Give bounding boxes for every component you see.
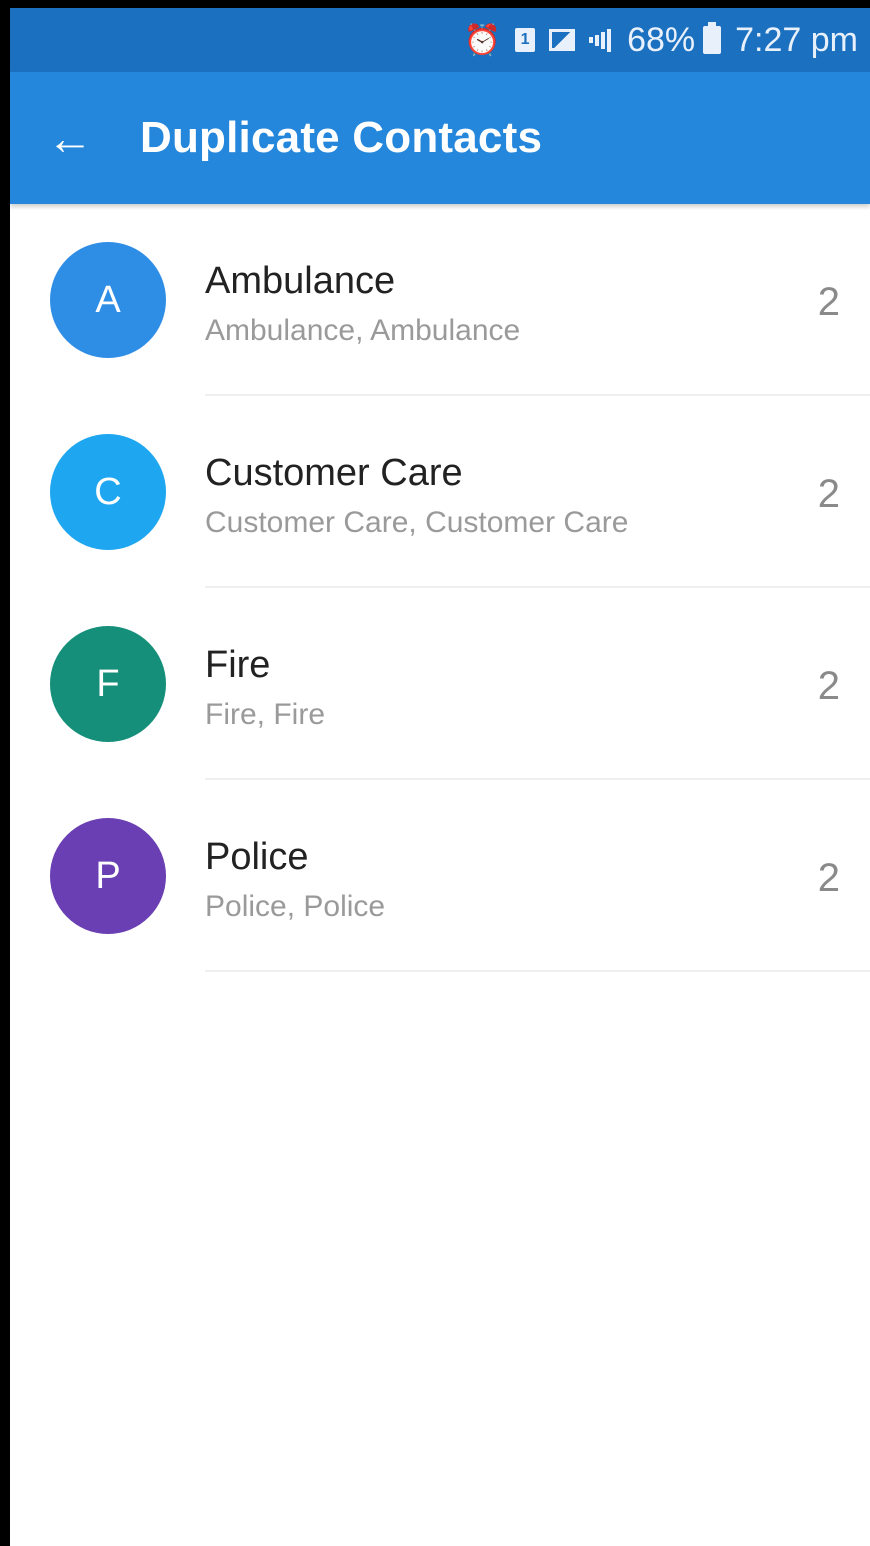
list-item[interactable]: F Fire Fire, Fire 2 [10, 588, 870, 780]
list-item[interactable]: A Ambulance Ambulance, Ambulance 2 [10, 204, 870, 396]
contact-name: Customer Care [205, 452, 463, 494]
duplicate-count: 2 [817, 472, 840, 516]
arrow-left-icon: ← [47, 112, 93, 164]
avatar: F [50, 626, 166, 742]
signal-strength-icon [589, 28, 613, 52]
contact-name: Fire [205, 644, 271, 686]
contact-name: Ambulance [205, 260, 396, 302]
duplicate-names: Ambulance, Ambulance [205, 314, 521, 347]
status-bar: ⏰ 1 68% 7:27 pm [10, 8, 870, 72]
list-item[interactable]: C Customer Care Customer Care, Customer … [10, 396, 870, 588]
clock-time: 7:27 pm [735, 20, 858, 59]
mobile-data-icon [549, 29, 576, 51]
divider [205, 970, 870, 972]
app-bar: ← Duplicate Contacts [10, 72, 870, 204]
contact-name: Police [205, 836, 309, 878]
duplicate-count: 2 [817, 280, 840, 324]
page-title: Duplicate Contacts [140, 113, 543, 162]
avatar: P [50, 818, 166, 934]
back-button[interactable]: ← [35, 103, 105, 173]
battery-icon [703, 22, 722, 54]
screen-border-left [0, 0, 10, 1546]
duplicate-count: 2 [817, 664, 840, 708]
screen-border-top [0, 0, 870, 8]
avatar: C [50, 434, 166, 550]
app-screen: ⏰ 1 68% 7:27 pm ← Duplicate Contacts A A… [0, 0, 870, 1546]
list-item[interactable]: P Police Police, Police 2 [10, 780, 870, 972]
duplicate-contacts-list: A Ambulance Ambulance, Ambulance 2 C Cus… [10, 204, 870, 972]
alarm-clock-icon: ⏰ [463, 23, 502, 57]
duplicate-names: Police, Police [205, 890, 386, 923]
duplicate-names: Customer Care, Customer Care [205, 506, 629, 539]
duplicate-count: 2 [817, 856, 840, 900]
avatar: A [50, 242, 166, 358]
sim-card-icon: 1 [515, 28, 536, 52]
duplicate-names: Fire, Fire [205, 698, 325, 731]
battery-percent: 68% [627, 20, 696, 59]
